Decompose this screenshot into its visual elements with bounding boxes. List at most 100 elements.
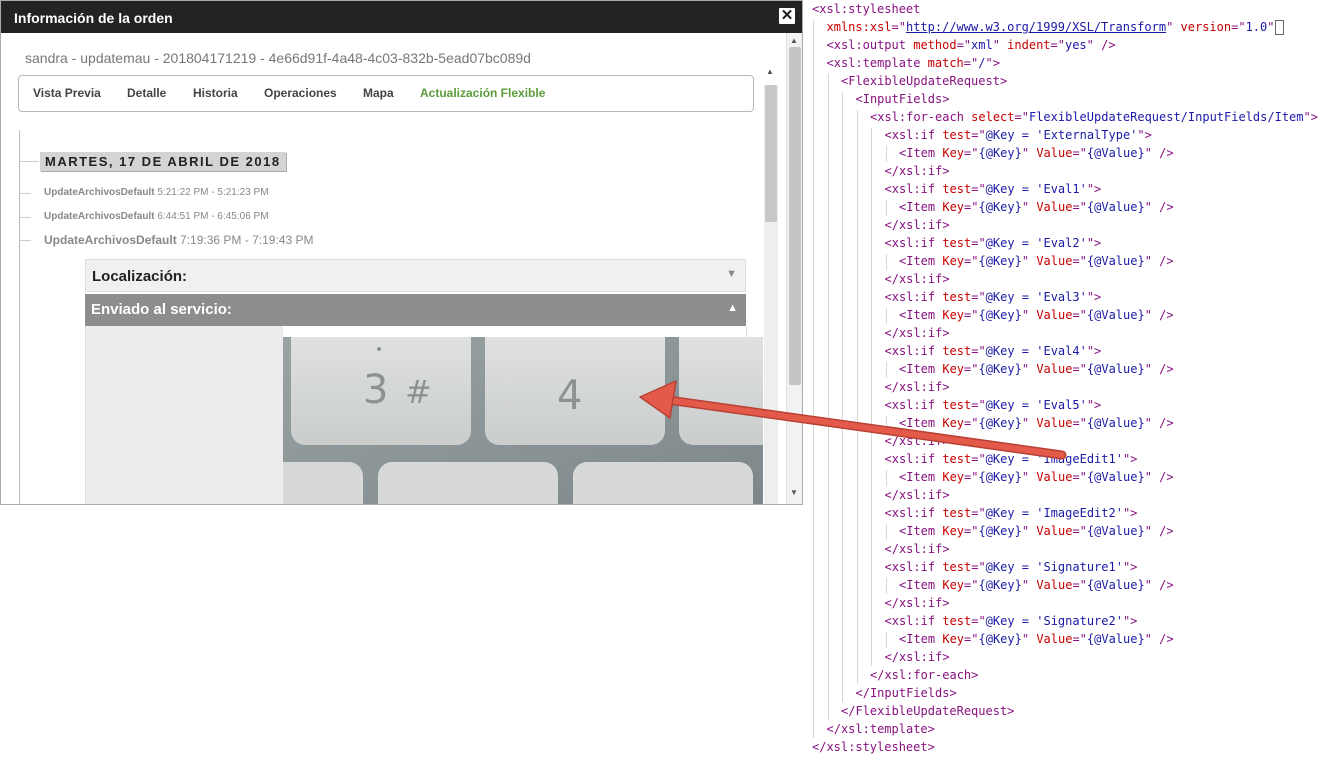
code-token: Item xyxy=(906,632,943,646)
code-token: "> xyxy=(1122,560,1138,574)
code-line: </xsl:if> xyxy=(885,432,950,450)
tab-mapa[interactable]: Mapa xyxy=(363,86,394,100)
code-token: " xyxy=(1021,146,1037,160)
code-token: xsl:stylesheet xyxy=(826,740,928,754)
close-icon[interactable]: ✕ xyxy=(778,7,796,25)
key-label-hash: # xyxy=(405,373,432,411)
code-token: Key xyxy=(942,416,965,430)
code-line: <xsl:if test="@Key = 'Eval5'"> xyxy=(885,396,1102,414)
tab-operaciones[interactable]: Operaciones xyxy=(264,86,337,100)
code-line: </xsl:if> xyxy=(885,162,950,180)
sent-to-service-section-header[interactable]: Enviado al servicio: ▲ xyxy=(85,294,746,326)
code-token: {@Key} xyxy=(978,632,1022,646)
code-token: InputFields xyxy=(862,92,943,106)
code-token: xsl:if xyxy=(891,614,943,628)
code-token: test xyxy=(942,128,972,142)
code-line: <xsl:if test="@Key = 'ExternalType'"> xyxy=(885,126,1152,144)
code-token: > xyxy=(942,272,950,286)
code-line: <xsl:if test="@Key = 'ImageEdit1'"> xyxy=(885,450,1138,468)
code-token: InputFields xyxy=(869,686,950,700)
code-token: test xyxy=(942,398,972,412)
code-token: "> xyxy=(985,56,1000,70)
indent-guide xyxy=(885,146,887,162)
code-token: =" xyxy=(964,578,979,592)
code-line: </xsl:if> xyxy=(885,216,950,234)
attached-photo: 3 # 4 xyxy=(283,337,763,504)
indent-guide xyxy=(856,110,858,684)
code-token: > xyxy=(927,740,935,754)
code-token: version xyxy=(1180,20,1232,34)
localization-section-header[interactable]: Localización: ▼ xyxy=(85,259,746,292)
code-token: > xyxy=(942,326,950,340)
code-token: " xyxy=(1021,362,1037,376)
scroll-thumb[interactable] xyxy=(789,47,801,385)
code-token: xsl:for-each xyxy=(877,110,972,124)
code-token: test xyxy=(942,236,972,250)
log-entry-expanded[interactable]: UpdateArchivosDefault 7:19:36 PM - 7:19:… xyxy=(44,233,313,247)
code-token: {@Key} xyxy=(978,578,1022,592)
code-token: " /> xyxy=(1144,254,1174,268)
code-line: <Item Key="{@Key}" Value="{@Value}" /> xyxy=(899,198,1174,216)
code-line: <Item Key="{@Key}" Value="{@Value}" /> xyxy=(899,630,1174,648)
dialog-scrollbar[interactable]: ▲ ▼ xyxy=(786,33,802,504)
indent-guide xyxy=(885,308,887,324)
section-body-label-column xyxy=(85,326,284,504)
code-token: =" xyxy=(964,254,979,268)
code-token: {@Value} xyxy=(1086,578,1145,592)
tab-actualizacion-flexible[interactable]: Actualización Flexible xyxy=(420,86,545,100)
code-token: </ xyxy=(884,326,899,340)
xsl-code-panel[interactable]: <xsl:stylesheet xmlns:xsl="http://www.w3.… xyxy=(811,0,1327,764)
tab-vista-previa[interactable]: Vista Previa xyxy=(33,86,101,100)
code-token: > xyxy=(942,650,950,664)
code-token: =" xyxy=(964,524,979,538)
tab-historia[interactable]: Historia xyxy=(193,86,238,100)
code-token: > xyxy=(999,74,1008,88)
inner-scroll-thumb[interactable] xyxy=(765,85,777,222)
code-token: " /> xyxy=(1144,470,1174,484)
code-token: FlexibleUpdateRequest/InputFields/Item xyxy=(1028,110,1304,124)
code-line: <Item Key="{@Key}" Value="{@Value}" /> xyxy=(899,360,1174,378)
code-token: @Key = 'Eval2' xyxy=(985,236,1087,250)
code-token: {@Value} xyxy=(1086,200,1145,214)
code-token: xsl:template xyxy=(840,722,928,736)
log-entry-name: UpdateArchivosDefault xyxy=(44,233,177,247)
code-token: {@Value} xyxy=(1086,416,1145,430)
code-token: > xyxy=(942,380,950,394)
log-entry-name: UpdateArchivosDefault xyxy=(44,187,155,198)
inner-scroll-up-icon[interactable]: ▲ xyxy=(766,67,774,76)
code-token: @Key = 'ImageEdit2' xyxy=(985,506,1123,520)
code-line: </xsl:if> xyxy=(885,540,950,558)
code-token: "> xyxy=(1086,398,1102,412)
code-line: <Item Key="{@Key}" Value="{@Value}" /> xyxy=(899,468,1174,486)
code-token: yes xyxy=(1064,38,1087,52)
code-line: </xsl:if> xyxy=(885,648,950,666)
code-token: =" xyxy=(971,344,986,358)
log-entry[interactable]: UpdateArchivosDefault 6:44:51 PM - 6:45:… xyxy=(44,211,269,222)
code-token[interactable]: http://www.w3.org/1999/XSL/Transform xyxy=(906,20,1166,34)
code-token: xsl:if xyxy=(891,506,943,520)
timeline-line xyxy=(19,130,20,504)
scroll-down-icon[interactable]: ▼ xyxy=(790,488,798,497)
code-line: <xsl:if test="@Key = 'ImageEdit2'"> xyxy=(885,504,1138,522)
code-token: {@Key} xyxy=(978,308,1022,322)
code-token: Item xyxy=(906,362,943,376)
code-token: </ xyxy=(884,380,899,394)
order-id-text: sandra - updatemau - 201804171219 - 4e66… xyxy=(25,50,531,66)
code-token: FlexibleUpdateRequest xyxy=(848,74,1000,88)
code-token: < xyxy=(884,182,892,196)
code-token: " xyxy=(1021,416,1037,430)
code-token: =" xyxy=(1014,110,1029,124)
code-line: </xsl:if> xyxy=(885,378,950,396)
code-token: Key xyxy=(942,632,965,646)
code-token: =" xyxy=(971,506,986,520)
code-token: =" xyxy=(891,20,906,34)
log-entry[interactable]: UpdateArchivosDefault 5:21:22 PM - 5:21:… xyxy=(44,187,269,198)
scroll-up-icon[interactable]: ▲ xyxy=(790,36,798,45)
code-token: Value xyxy=(1036,632,1073,646)
code-token: "> xyxy=(1122,506,1138,520)
indent-guide xyxy=(885,578,887,594)
code-line: <xsl:if test="@Key = 'Eval2'"> xyxy=(885,234,1102,252)
code-token: =" xyxy=(964,470,979,484)
tab-detalle[interactable]: Detalle xyxy=(127,86,166,100)
dialog-content[interactable]: sandra - updatemau - 201804171219 - 4e66… xyxy=(1,33,786,504)
